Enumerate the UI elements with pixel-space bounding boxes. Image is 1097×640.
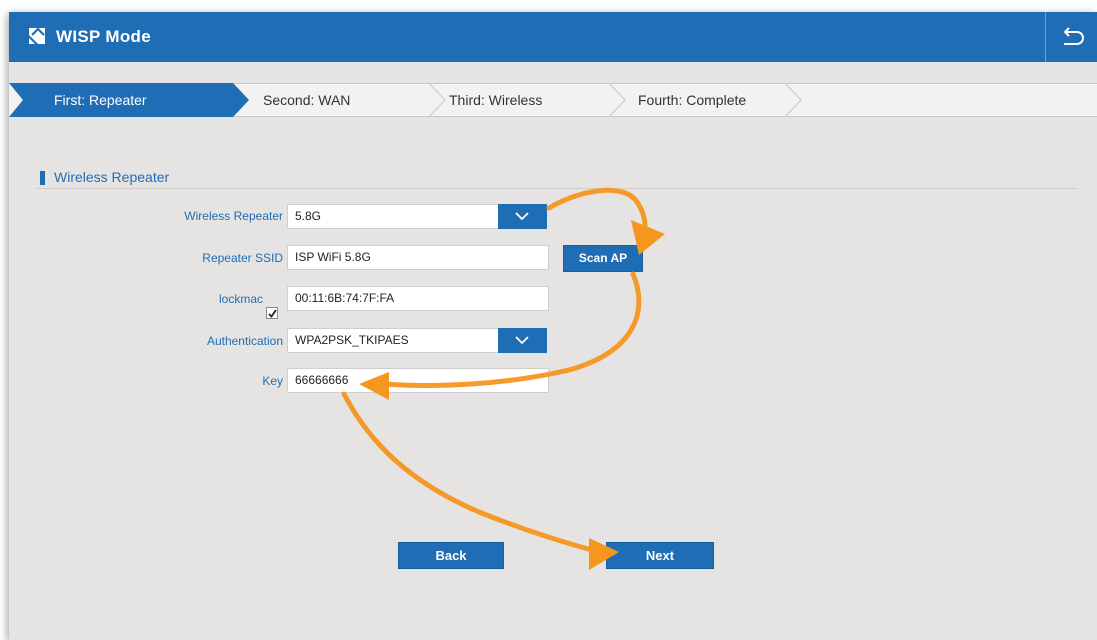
- chevron-down-icon: [515, 212, 529, 221]
- header-divider: [1045, 12, 1046, 62]
- arrow-dropdown-to-scan: [546, 187, 648, 230]
- auth-label: Authentication: [206, 334, 283, 348]
- lockmac-input[interactable]: 00:11:6B:74:7F:FA: [287, 286, 549, 311]
- app-logo-icon: [29, 27, 45, 44]
- section-divider: [36, 188, 1078, 189]
- section-title: Wireless Repeater: [54, 169, 170, 185]
- checkmark-icon: [268, 309, 277, 318]
- next-button[interactable]: Next: [606, 542, 714, 569]
- auth-select[interactable]: WPA2PSK_TKIPAES: [287, 328, 499, 353]
- ssid-label: Repeater SSID: [202, 251, 283, 265]
- step-first[interactable]: First: Repeater: [54, 92, 147, 108]
- band-dropdown-button[interactable]: [498, 204, 547, 229]
- band-select[interactable]: 5.8G: [287, 204, 499, 229]
- step-second[interactable]: Second: WAN: [263, 92, 350, 108]
- band-label: Wireless Repeater: [184, 209, 283, 223]
- back-button[interactable]: Back: [398, 542, 504, 569]
- arrow-key-to-next: [341, 391, 602, 555]
- section-marker: [40, 171, 45, 185]
- lockmac-checkbox[interactable]: [266, 307, 278, 319]
- return-icon[interactable]: [1059, 24, 1085, 50]
- key-input[interactable]: 66666666: [287, 368, 549, 393]
- key-label: Key: [262, 374, 283, 388]
- step-fourth[interactable]: Fourth: Complete: [638, 92, 746, 108]
- lockmac-label: lockmac: [218, 292, 263, 306]
- wizard-steps: First: Repeater Second: WAN Third: Wirel…: [9, 83, 1097, 117]
- page-title: WISP Mode: [56, 27, 151, 46]
- scan-ap-button[interactable]: Scan AP: [563, 245, 643, 272]
- chevron-down-icon: [515, 336, 529, 345]
- ssid-input[interactable]: ISP WiFi 5.8G: [287, 245, 549, 270]
- app-window: WISP Mode First: Repeater Second: WAN Th…: [9, 12, 1097, 640]
- steps-background: [9, 83, 1097, 117]
- header-bar: WISP Mode: [9, 12, 1097, 62]
- auth-dropdown-button[interactable]: [498, 328, 547, 353]
- step-third[interactable]: Third: Wireless: [449, 92, 542, 108]
